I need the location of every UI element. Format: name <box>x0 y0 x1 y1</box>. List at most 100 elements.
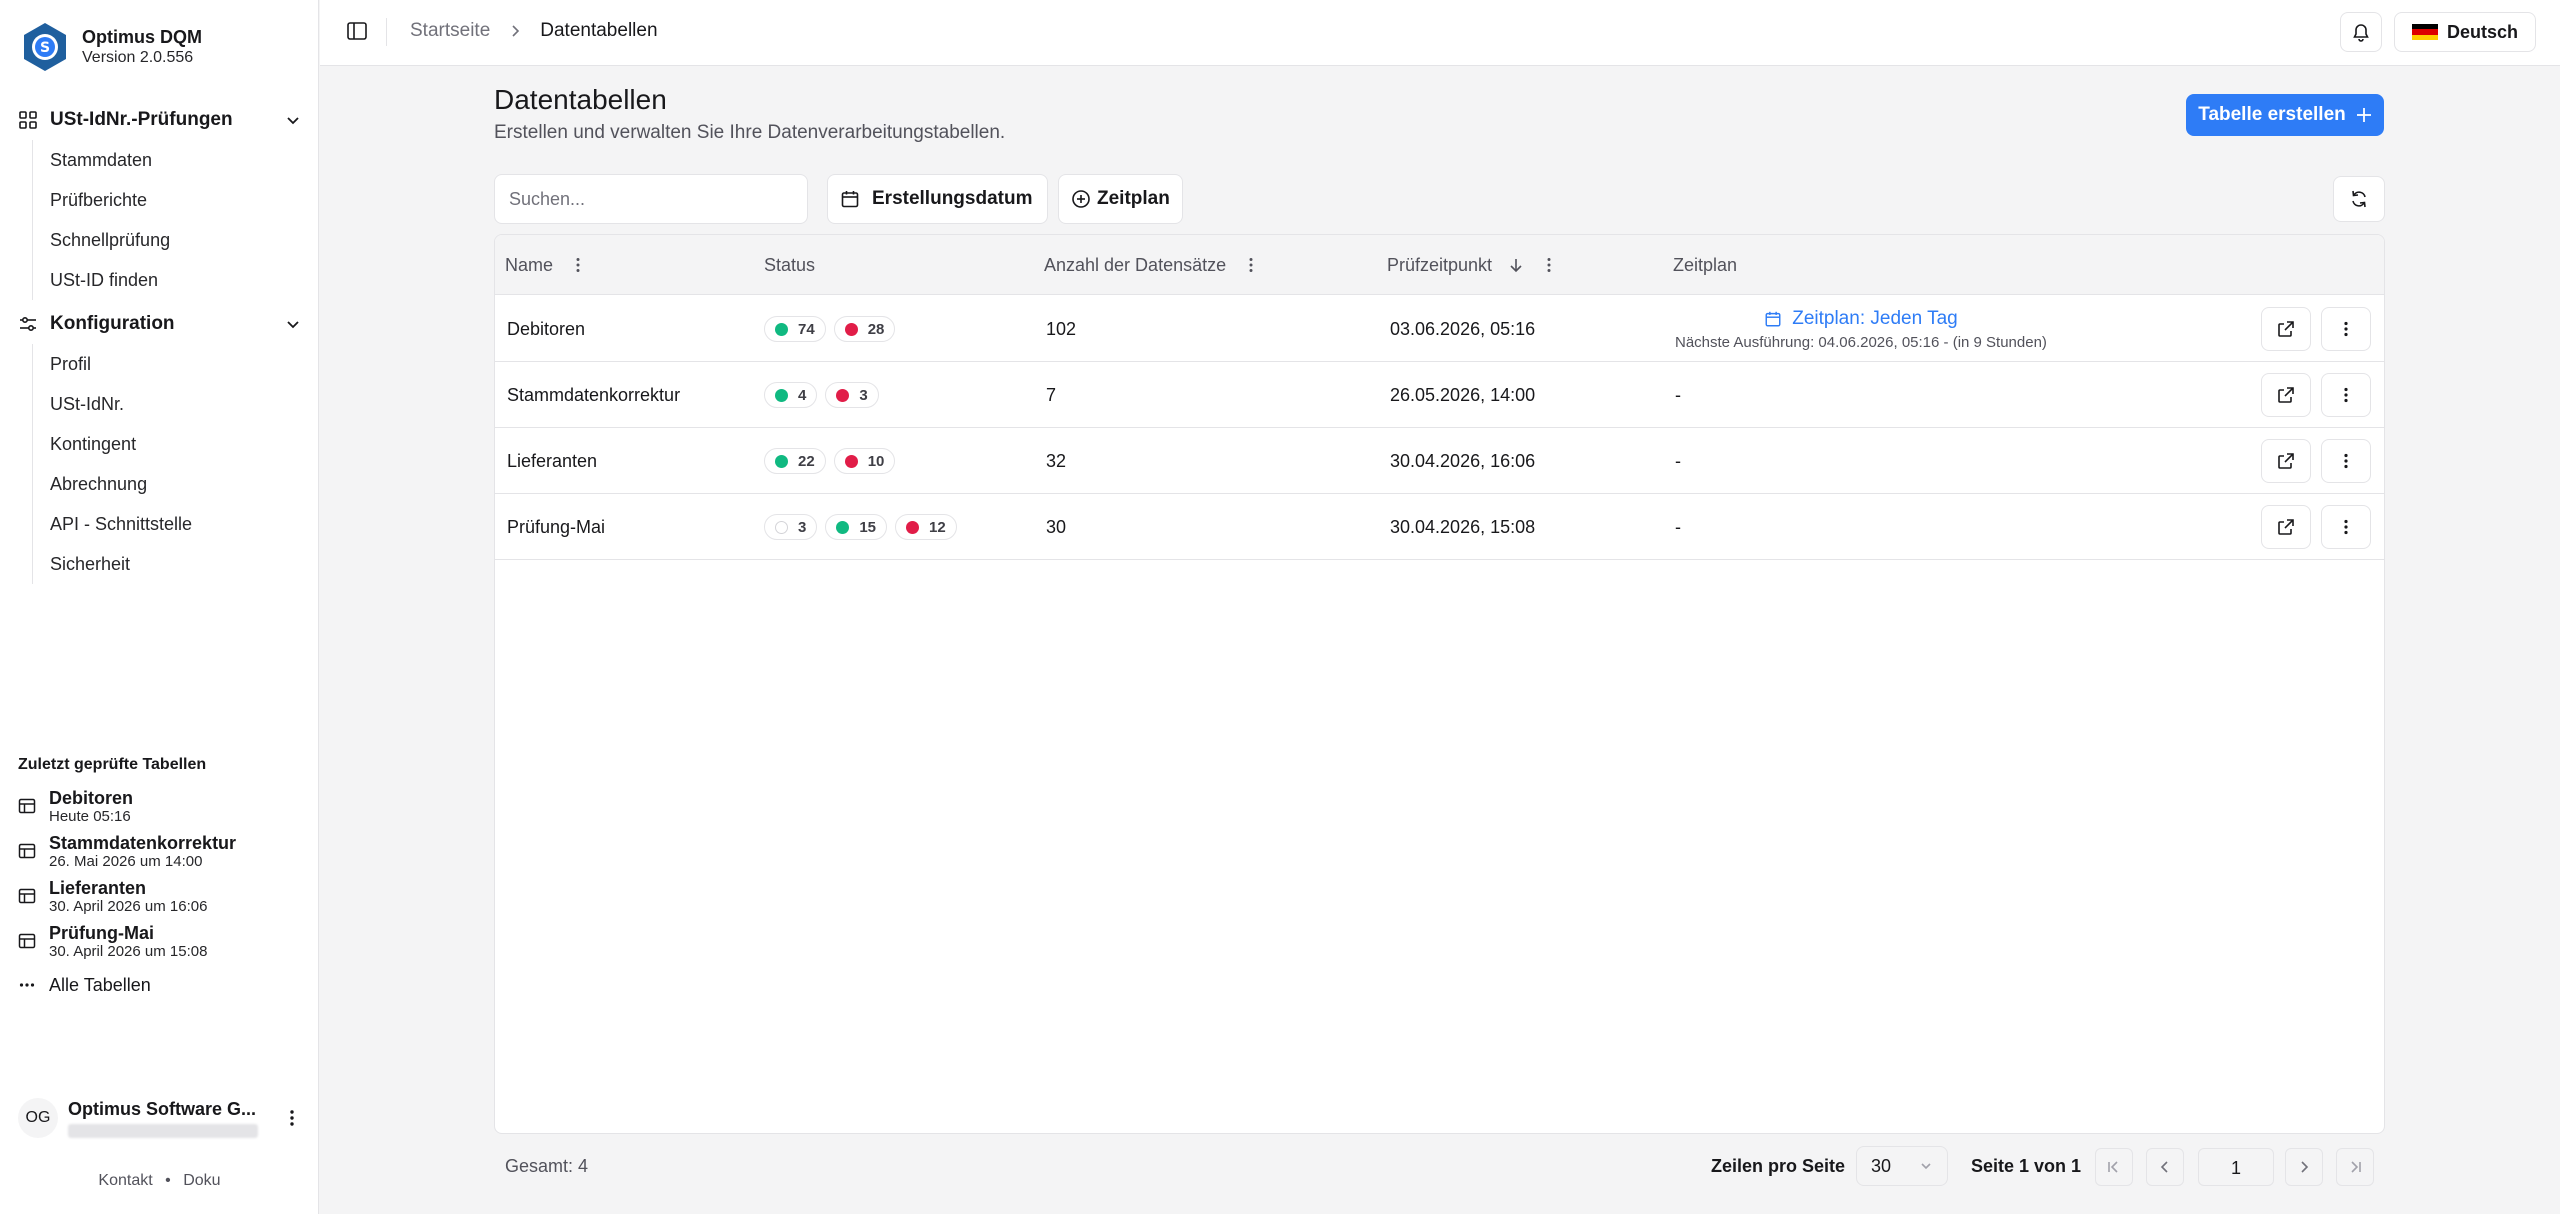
nav-group-header-vat-checks[interactable]: USt-IdNr.-Prüfungen <box>18 100 302 140</box>
page-number-input[interactable]: 1 <box>2198 1148 2274 1186</box>
more-vertical-icon[interactable] <box>1540 256 1558 274</box>
brand[interactable]: S Optimus DQM Version 2.0.556 <box>18 20 202 74</box>
sidebar-item-sicherheit[interactable]: Sicherheit <box>50 544 302 584</box>
page-info: Seite 1 von 1 <box>1971 1156 2082 1176</box>
row-menu-button[interactable] <box>2321 373 2371 417</box>
sidebar-item-kontingent[interactable]: Kontingent <box>50 424 302 464</box>
open-table-button[interactable] <box>2261 307 2311 351</box>
filter-schedule-label: Zeitplan <box>1097 188 1170 209</box>
filter-schedule-button[interactable]: Zeitplan <box>1058 174 1183 224</box>
recent-item-name: Prüfung-Mai <box>49 923 154 943</box>
recent-item[interactable]: Stammdatenkorrektur 26. Mai 2026 um 14:00 <box>18 833 302 878</box>
breadcrumb: Startseite Datentabellen <box>410 20 658 42</box>
recent-item[interactable]: Prüfung-Mai 30. April 2026 um 15:08 <box>18 923 302 968</box>
footer-links: Kontakt • Doku <box>0 1172 319 1190</box>
open-table-button[interactable] <box>2261 373 2311 417</box>
open-table-button[interactable] <box>2261 439 2311 483</box>
table-icon <box>18 888 36 904</box>
open-table-button[interactable] <box>2261 505 2311 549</box>
schedule-label: Zeitplan: Jeden Tag <box>1792 307 1958 329</box>
sidebar-toggle-icon[interactable] <box>346 20 368 42</box>
sidebar-item-abrechnung[interactable]: Abrechnung <box>50 464 302 504</box>
red-dot <box>844 322 858 336</box>
sidebar-item-pruefberichte[interactable]: Prüfberichte <box>50 180 302 220</box>
first-page-button[interactable] <box>2095 1148 2133 1186</box>
more-vertical-icon[interactable] <box>282 1108 302 1128</box>
contact-link[interactable]: Kontakt <box>98 1172 152 1189</box>
badge-count: 15 <box>859 518 877 536</box>
bell-icon <box>2353 24 2369 42</box>
all-tables-link[interactable]: Alle Tabellen <box>18 968 302 1002</box>
refresh-button[interactable] <box>2333 176 2385 222</box>
more-vertical-icon <box>2344 519 2348 535</box>
recent-item-date: 30. April 2026 um 15:08 <box>49 943 208 960</box>
external-link-icon <box>2278 387 2294 403</box>
calendar-icon <box>1765 311 1781 326</box>
red-dot <box>836 388 850 402</box>
column-checked-at[interactable]: Prüfzeitpunkt <box>1387 235 1558 295</box>
recent-item[interactable]: Lieferanten 30. April 2026 um 16:06 <box>18 878 302 923</box>
row-menu-button[interactable] <box>2321 505 2371 549</box>
column-records[interactable]: Anzahl der Datensätze <box>1044 235 1260 295</box>
badge-count: 10 <box>867 452 885 470</box>
red-dot <box>844 454 858 468</box>
row-menu-button[interactable] <box>2321 307 2371 351</box>
language-label: Deutsch <box>2446 21 2518 42</box>
more-vertical-icon <box>2344 387 2348 403</box>
nav-group-vat-checks: USt-IdNr.-Prüfungen Stammdaten Prüfberic… <box>18 100 302 300</box>
chevron-down-icon <box>287 321 299 329</box>
table-row[interactable]: Prüfung-Mai 3 15 12 30 30.04.2026, 15:08… <box>495 494 2384 560</box>
badge-count: 4 <box>798 386 807 404</box>
next-page-button[interactable] <box>2285 1148 2323 1186</box>
plus-circle-icon <box>1072 190 1090 208</box>
notifications-button[interactable] <box>2340 12 2382 52</box>
create-table-button[interactable]: Tabelle erstellen <box>2186 94 2384 136</box>
nav-sub-configuration: Profil USt-IdNr. Kontingent Abrechnung A… <box>32 344 302 584</box>
green-dot <box>836 520 850 534</box>
sidebar-item-profil[interactable]: Profil <box>50 344 302 384</box>
chevron-left-icon <box>2160 1161 2168 1173</box>
column-label: Prüfzeitpunkt <box>1387 254 1493 275</box>
last-page-button[interactable] <box>2336 1148 2374 1186</box>
row-menu-button[interactable] <box>2321 439 2371 483</box>
nav-group-configuration: Konfiguration Profil USt-IdNr. Kontingen… <box>18 304 302 584</box>
arrow-down-icon[interactable] <box>1508 257 1524 273</box>
cell-schedule: - <box>1675 516 1681 537</box>
sidebar-item-ust-id-finden[interactable]: USt-ID finden <box>50 260 302 300</box>
page-title: Datentabellen <box>494 84 667 115</box>
user-menu[interactable]: OG Optimus Software G... <box>18 1098 302 1138</box>
search-input[interactable] <box>494 174 808 224</box>
more-vertical-icon[interactable] <box>569 256 587 274</box>
sidebar-item-stammdaten[interactable]: Stammdaten <box>50 140 302 180</box>
language-selector[interactable]: Deutsch <box>2394 12 2536 52</box>
recent-item[interactable]: Debitoren Heute 05:16 <box>18 788 302 833</box>
badge-count: 22 <box>798 452 815 470</box>
table-row[interactable]: Stammdatenkorrektur 4 3 7 26.05.2026, 14… <box>495 362 2384 428</box>
table-icon <box>18 798 36 814</box>
green-dot <box>775 322 788 336</box>
app-logo-icon: S <box>24 23 66 71</box>
sidebar-item-schnellpruefung[interactable]: Schnellprüfung <box>50 220 302 260</box>
recent-tables: Zuletzt geprüfte Tabellen Debitoren Heute… <box>18 756 302 1002</box>
status-badge-invalid: 3 <box>825 382 879 408</box>
more-vertical-icon[interactable] <box>1242 256 1260 274</box>
breadcrumb-home[interactable]: Startseite <box>410 20 490 42</box>
previous-page-button[interactable] <box>2146 1148 2184 1186</box>
table-row[interactable]: Debitoren 74 28 102 03.06.2026, 05:16 Ze… <box>495 296 2384 362</box>
more-horizontal-icon <box>19 983 35 987</box>
filter-creation-date-button[interactable]: Erstellungsdatum <box>827 174 1048 224</box>
table-header: Name Status Anzahl der Datensätze Prüfze… <box>495 235 2384 295</box>
topbar: Startseite Datentabellen Deutsch <box>320 0 2560 66</box>
docs-link[interactable]: Doku <box>183 1172 220 1189</box>
status-badge-valid: 15 <box>825 514 888 540</box>
recent-item-date: 26. Mai 2026 um 14:00 <box>49 853 203 870</box>
schedule-link[interactable]: Zeitplan: Jeden Tag <box>1764 308 1958 330</box>
nav-group-header-configuration[interactable]: Konfiguration <box>18 304 302 344</box>
status-badge-invalid: 28 <box>833 316 896 342</box>
sliders-icon <box>20 316 36 332</box>
rows-per-page-select[interactable]: 30 <box>1856 1146 1948 1186</box>
sidebar-item-api[interactable]: API - Schnittstelle <box>50 504 302 544</box>
column-name[interactable]: Name <box>505 235 587 295</box>
table-row[interactable]: Lieferanten 22 10 32 30.04.2026, 16:06 - <box>495 428 2384 494</box>
sidebar-item-ust-idnr[interactable]: USt-IdNr. <box>50 384 302 424</box>
